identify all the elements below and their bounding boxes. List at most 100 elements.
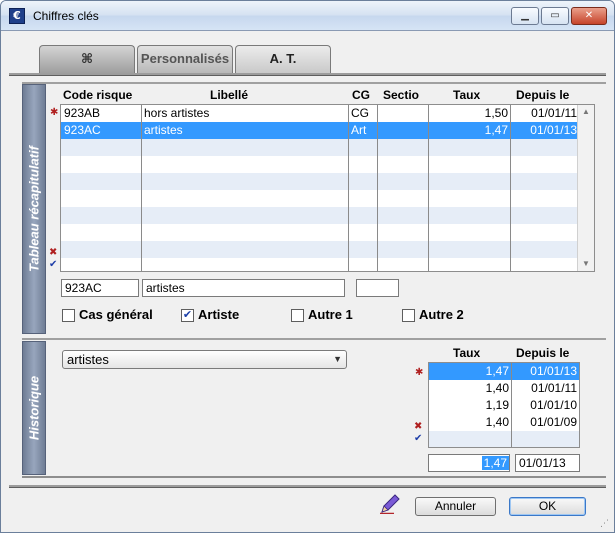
delete-row-icon[interactable]: ✖: [414, 422, 422, 432]
col-header-depuis[interactable]: Depuis le: [516, 88, 569, 102]
col-header-section[interactable]: Sectio: [383, 88, 419, 102]
chiffres-cles-window: € Chiffres clés ▁ ▭ ✕ ⌘ Personnalisés A.…: [0, 0, 615, 533]
current-row-marker-icon: ✱: [50, 107, 59, 118]
summary-table[interactable]: 923AB hors artistes CG 1,50 01/01/11 923…: [60, 104, 595, 272]
column-divider: [428, 105, 429, 271]
autre1-checkbox[interactable]: [291, 309, 304, 322]
col-header-code[interactable]: Code risque: [63, 88, 132, 102]
col-header-libelle[interactable]: Libellé: [210, 88, 248, 102]
history-section-strip: Historique: [22, 341, 46, 475]
table-row[interactable]: 1,40 01/01/09: [429, 414, 579, 431]
table-row-empty[interactable]: [61, 241, 579, 258]
table-row-empty[interactable]: [61, 258, 579, 271]
cell-code: 923AC: [64, 123, 101, 137]
cell-taux: 1,47: [484, 123, 508, 137]
table-row[interactable]: 1,19 01/01/10: [429, 397, 579, 414]
history-risk-dropdown[interactable]: artistes ▼: [62, 350, 347, 369]
table-row-empty[interactable]: [61, 139, 579, 156]
tab-divider: [9, 73, 606, 76]
summary-section-label: Tableau récapitulatif: [26, 146, 42, 272]
panel-divider: [22, 338, 606, 340]
cell-taux: 1,40: [485, 381, 509, 395]
resize-grip-icon[interactable]: ⋰: [600, 518, 612, 530]
cell-section: [381, 122, 427, 139]
scroll-down-icon[interactable]: ▼: [578, 257, 594, 271]
cas-general-label[interactable]: Cas général: [79, 308, 153, 322]
history-taux-input[interactable]: 1,47: [428, 454, 510, 472]
dropdown-value: artistes: [67, 352, 109, 367]
table-row-empty[interactable]: [61, 224, 579, 241]
table-row-empty[interactable]: [61, 190, 579, 207]
col-header-taux[interactable]: Taux: [453, 88, 480, 102]
libelle-input[interactable]: artistes: [142, 279, 345, 297]
maximize-button[interactable]: ▭: [541, 7, 569, 25]
table-row-empty[interactable]: [61, 207, 579, 224]
cas-general-checkbox[interactable]: [62, 309, 75, 322]
cell-depuis: 01/01/09: [530, 415, 577, 429]
cell-libelle: hors artistes: [144, 106, 210, 120]
tool-icon: ⌘: [80, 51, 94, 66]
summary-vertical-scrollbar[interactable]: ▲ ▼: [577, 105, 594, 271]
column-divider: [141, 105, 142, 271]
minimize-button[interactable]: ▁: [511, 7, 539, 25]
cell-cg: CG: [351, 106, 369, 120]
tab-personnalises[interactable]: Personnalisés: [137, 45, 233, 73]
delete-row-icon[interactable]: ✖: [49, 248, 57, 258]
cell-depuis: 01/01/11: [531, 381, 577, 395]
table-row-empty[interactable]: [429, 431, 579, 447]
title-bar[interactable]: € Chiffres clés ▁ ▭ ✕: [1, 1, 614, 31]
artiste-label[interactable]: Artiste: [198, 308, 239, 322]
hist-col-header-depuis[interactable]: Depuis le: [516, 346, 569, 360]
cell-depuis: 01/01/10: [530, 398, 577, 412]
column-divider: [377, 105, 378, 271]
autre2-label[interactable]: Autre 2: [419, 308, 464, 322]
column-divider: [511, 363, 512, 447]
table-row-empty[interactable]: [61, 156, 579, 173]
window-title: Chiffres clés: [33, 9, 99, 23]
cell-taux: 1,19: [485, 398, 509, 412]
cell-section: [381, 105, 427, 122]
app-euro-icon[interactable]: €: [9, 8, 25, 24]
column-divider: [348, 105, 349, 271]
pencil-edit-icon[interactable]: [380, 494, 402, 514]
autre1-label[interactable]: Autre 1: [308, 308, 353, 322]
tab-tools[interactable]: ⌘: [39, 45, 135, 73]
table-row-selected[interactable]: 1,47 01/01/13: [429, 363, 579, 380]
ok-button[interactable]: OK: [509, 497, 586, 516]
cell-code: 923AB: [64, 106, 101, 120]
hist-col-header-taux[interactable]: Taux: [453, 346, 480, 360]
cell-taux: 1,50: [484, 106, 508, 120]
current-row-marker-icon: ✱: [415, 367, 424, 378]
code-risque-input[interactable]: 923AC: [61, 279, 139, 297]
col-header-cg[interactable]: CG: [352, 88, 370, 102]
cell-libelle: artistes: [144, 123, 183, 137]
column-divider: [510, 105, 511, 271]
history-section-label: Historique: [26, 375, 42, 441]
cancel-button[interactable]: Annuler: [415, 497, 496, 516]
autre2-checkbox[interactable]: [402, 309, 415, 322]
cell-taux: 1,47: [485, 364, 509, 378]
cell-cg: Art: [351, 123, 367, 137]
section-input[interactable]: [356, 279, 399, 297]
close-button[interactable]: ✕: [571, 7, 607, 25]
history-taux-input-selection: 1,47: [481, 456, 509, 470]
panel-divider: [22, 82, 606, 84]
cell-depuis: 01/01/13: [530, 123, 577, 137]
tab-at[interactable]: A. T.: [235, 45, 331, 73]
artiste-checkbox[interactable]: ✔: [181, 309, 194, 322]
history-depuis-input[interactable]: 01/01/13: [515, 454, 580, 472]
cell-depuis: 01/01/13: [530, 364, 577, 378]
cell-taux: 1,40: [485, 415, 509, 429]
table-row-selected[interactable]: 923AC artistes Art 1,47 01/01/13: [61, 122, 579, 139]
table-row-empty[interactable]: [61, 173, 579, 190]
history-table[interactable]: 1,47 01/01/13 1,40 01/01/11 1,19 01/01/1…: [428, 362, 580, 448]
validate-row-icon[interactable]: ✔: [49, 260, 57, 270]
chevron-down-icon[interactable]: ▼: [333, 351, 342, 368]
table-row[interactable]: 1,40 01/01/11: [429, 380, 579, 397]
footer-divider: [9, 485, 606, 488]
cell-depuis: 01/01/11: [531, 106, 577, 120]
scroll-up-icon[interactable]: ▲: [578, 105, 594, 119]
validate-row-icon[interactable]: ✔: [414, 434, 422, 444]
panel-divider: [22, 476, 606, 478]
table-row[interactable]: 923AB hors artistes CG 1,50 01/01/11: [61, 105, 579, 122]
